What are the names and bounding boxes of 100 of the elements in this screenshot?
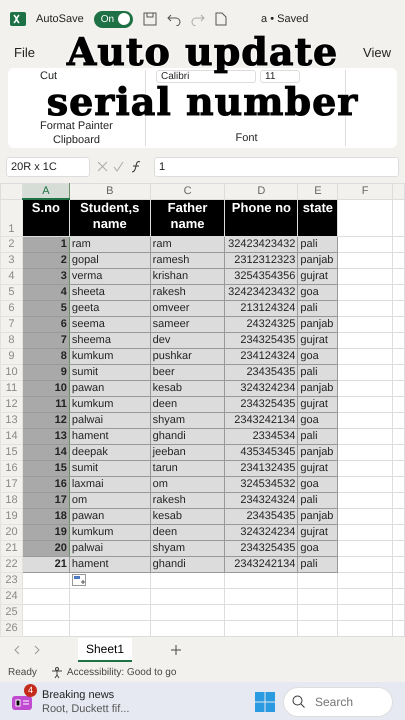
column-header[interactable]: B <box>69 184 150 199</box>
table-cell: om <box>69 492 150 508</box>
column-header[interactable]: E <box>298 184 338 199</box>
table-cell: kumkum <box>69 348 150 364</box>
row-number[interactable]: 16 <box>0 460 22 476</box>
row-number[interactable]: 1 <box>0 199 22 236</box>
table-cell: 213124324 <box>224 300 298 316</box>
document-icon[interactable] <box>215 12 228 26</box>
autofill-options-icon[interactable] <box>72 574 86 586</box>
accessibility-status[interactable]: Accessibility: Good to go <box>66 665 176 680</box>
news-headline[interactable]: Root, Duckett fif... <box>42 702 130 716</box>
table-cell: 11 <box>22 396 70 412</box>
search-bar[interactable]: Search <box>283 686 393 716</box>
name-box[interactable]: 20R x 1C <box>6 157 90 177</box>
table-cell: goa <box>298 348 338 364</box>
table-cell: 16 <box>22 476 70 492</box>
row-number[interactable]: 25 <box>0 604 22 620</box>
ribbon-command[interactable]: Cut <box>40 70 137 82</box>
row-number[interactable]: 22 <box>0 556 22 572</box>
search-icon[interactable] <box>292 695 305 708</box>
table-cell: 5 <box>22 300 70 316</box>
add-sheet-icon[interactable] <box>170 644 182 656</box>
table-cell: omveer <box>150 300 225 316</box>
autosave-toggle[interactable]: On <box>94 10 134 28</box>
table-cell: goa <box>298 540 338 556</box>
table-cell: pali <box>298 492 338 508</box>
column-header[interactable]: D <box>224 184 298 199</box>
table-cell: goa <box>298 476 338 492</box>
table-cell: 9 <box>22 364 70 380</box>
row-number[interactable]: 15 <box>0 444 22 460</box>
news-title[interactable]: Breaking news <box>42 688 130 702</box>
row-number[interactable]: 17 <box>0 476 22 492</box>
row-number[interactable]: 10 <box>0 364 22 380</box>
ribbon-tab[interactable]: View <box>363 43 391 63</box>
row-number[interactable]: 7 <box>0 316 22 332</box>
table-cell: rakesh <box>150 492 225 508</box>
table-cell: ramesh <box>150 252 225 268</box>
row-number[interactable]: 3 <box>0 252 22 268</box>
table-cell: geeta <box>69 300 150 316</box>
ribbon-command[interactable]: Format Painter <box>40 120 137 132</box>
sheet-tab[interactable]: Sheet1 <box>78 638 132 662</box>
table-cell: panjab <box>298 316 338 332</box>
table-cell: pali <box>298 556 338 572</box>
row-number[interactable]: 18 <box>0 492 22 508</box>
group-label: Font <box>234 130 258 146</box>
formula-field[interactable]: 1 <box>154 157 399 177</box>
row-number[interactable]: 5 <box>0 284 22 300</box>
column-header[interactable]: F <box>338 184 392 199</box>
row-number[interactable]: 20 <box>0 524 22 540</box>
table-cell: goa <box>298 284 338 300</box>
row-number[interactable]: 14 <box>0 428 22 444</box>
excel-logo-icon[interactable] <box>10 11 26 27</box>
row-number[interactable]: 24 <box>0 588 22 604</box>
table-cell: 3 <box>22 268 70 284</box>
table-cell: laxmai <box>69 476 150 492</box>
table-cell: kumkum <box>69 396 150 412</box>
row-number[interactable]: 8 <box>0 332 22 348</box>
row-number[interactable]: 26 <box>0 620 22 636</box>
accessibility-icon[interactable] <box>50 666 63 678</box>
table-cell: pawan <box>69 508 150 524</box>
row-number[interactable]: 9 <box>0 348 22 364</box>
table-cell: shyam <box>150 540 225 556</box>
row-number[interactable]: 23 <box>0 572 22 588</box>
ribbon-tab[interactable]: File <box>14 43 35 63</box>
row-number[interactable]: 11 <box>0 380 22 396</box>
row-number[interactable]: 21 <box>0 540 22 556</box>
table-cell: 6 <box>22 316 70 332</box>
overlay-caption: Auto update <box>66 33 338 71</box>
table-cell: ram <box>69 236 150 252</box>
windows-start-icon[interactable] <box>255 692 275 712</box>
font-size-field[interactable]: 11 <box>260 70 300 83</box>
table-cell: pali <box>298 236 338 252</box>
row-number[interactable]: 6 <box>0 300 22 316</box>
row-number[interactable]: 13 <box>0 412 22 428</box>
table-cell: gopal <box>69 252 150 268</box>
table-cell: ghandi <box>150 556 225 572</box>
row-number[interactable]: 4 <box>0 268 22 284</box>
table-cell: panjab <box>298 380 338 396</box>
table-cell: 3254354356 <box>224 268 298 284</box>
row-number[interactable]: 2 <box>0 236 22 252</box>
table-cell: gujrat <box>298 268 338 284</box>
row-number[interactable]: 12 <box>0 396 22 412</box>
row-number[interactable]: 19 <box>0 508 22 524</box>
table-cell: seema <box>69 316 150 332</box>
table-cell: hament <box>69 428 150 444</box>
table-cell: gujrat <box>298 396 338 412</box>
document-title[interactable]: a • Saved <box>261 10 308 28</box>
column-header[interactable]: A <box>22 184 70 199</box>
save-icon[interactable] <box>143 12 158 26</box>
table-cell: 20 <box>22 540 70 556</box>
table-cell: 2343242134 <box>224 556 298 572</box>
table-cell: shyam <box>150 412 225 428</box>
undo-icon[interactable] <box>167 12 182 26</box>
column-header[interactable]: C <box>150 184 225 199</box>
table-cell: 234132435 <box>224 460 298 476</box>
table-cell: 21 <box>22 556 70 572</box>
table-cell: ram <box>150 236 225 252</box>
search-input[interactable]: Search <box>313 692 373 712</box>
table-cell: panjab <box>298 508 338 524</box>
status-text: Ready <box>8 666 37 680</box>
